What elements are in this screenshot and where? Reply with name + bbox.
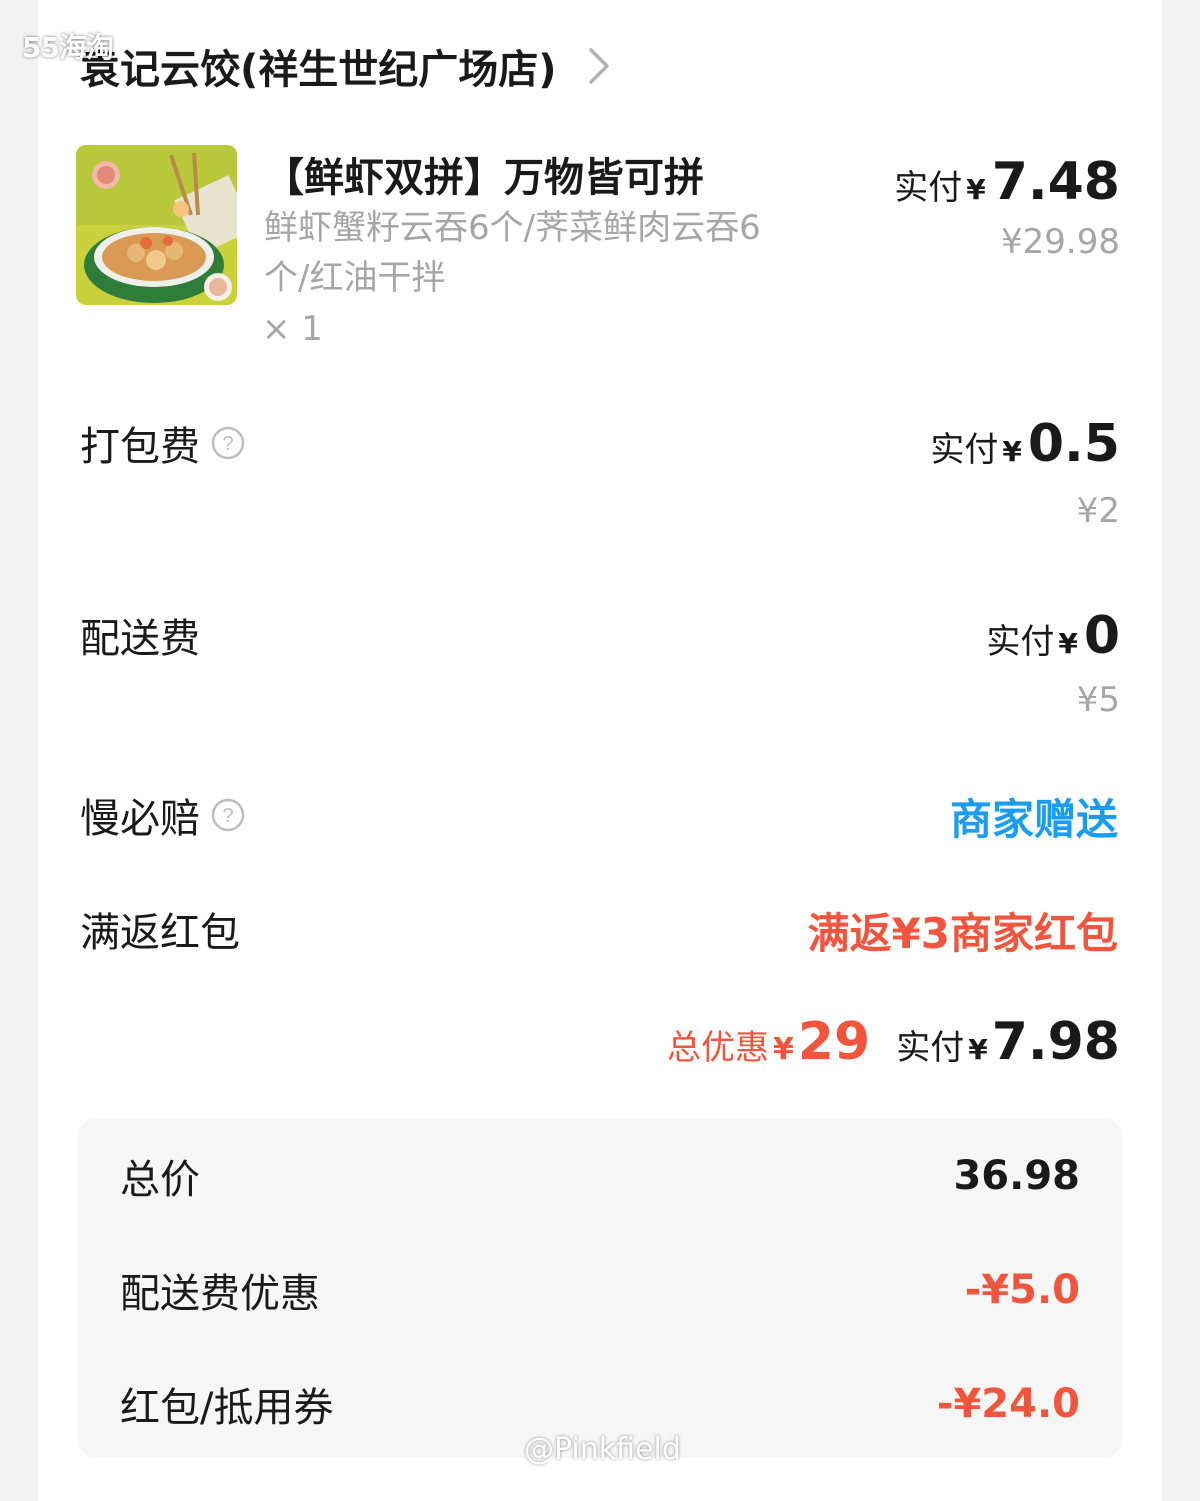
packing-fee-label: 打包费 ? bbox=[80, 414, 246, 472]
breakdown-label: 配送费优惠 bbox=[120, 1271, 320, 1317]
delivery-fee-text: 配送费 bbox=[80, 616, 200, 662]
paid-amount: 0 bbox=[1083, 606, 1120, 666]
item-title[interactable]: 【鲜虾双拼】万物皆可拼 bbox=[264, 145, 704, 203]
breakdown-row: 总价 36.98 bbox=[120, 1146, 1080, 1206]
late-guarantee-label: 慢必赔 ? bbox=[80, 786, 246, 844]
chevron-right-icon[interactable] bbox=[581, 46, 617, 86]
total-paid-label: 实付 bbox=[896, 1028, 965, 1068]
item-thumbnail[interactable] bbox=[76, 145, 237, 305]
paid-label: 实付 bbox=[894, 168, 963, 208]
help-circle-icon[interactable]: ? bbox=[210, 425, 246, 461]
svg-text:?: ? bbox=[222, 433, 233, 455]
packing-fee-paid: 实付 ¥ 0.5 bbox=[930, 414, 1120, 474]
total-discount-label: 总优惠 bbox=[666, 1028, 769, 1068]
rebate-text: 满返红包 bbox=[80, 910, 240, 956]
rebate-value: 满返¥3商家红包 bbox=[807, 909, 1118, 958]
delivery-fee-original: ¥5 bbox=[1076, 680, 1120, 720]
packing-fee-text: 打包费 bbox=[80, 424, 200, 470]
currency-symbol: ¥ bbox=[966, 173, 986, 206]
store-header[interactable]: 袁记云饺(祥生世纪广场店) bbox=[80, 36, 617, 96]
delivery-fee-paid: 实付 ¥ 0 bbox=[986, 606, 1120, 666]
item-quantity: × 1 bbox=[262, 309, 323, 349]
breakdown-value: 36.98 bbox=[953, 1153, 1080, 1199]
breakdown-row: 红包/抵用券 -¥24.0 bbox=[120, 1374, 1080, 1434]
item-paid-price: 实付 ¥ 7.48 bbox=[894, 152, 1120, 212]
order-summary-line: 总优惠 ¥ 29 实付 ¥ 7.98 bbox=[667, 1012, 1120, 1072]
paid-label: 实付 bbox=[986, 622, 1055, 662]
watermark-top: 55海淘 bbox=[22, 31, 114, 64]
watermark-bottom: @Pinkfield bbox=[524, 1432, 681, 1467]
paid-label: 实付 bbox=[930, 430, 999, 470]
currency-symbol: ¥ bbox=[968, 1033, 988, 1066]
paid-amount: 7.48 bbox=[991, 152, 1120, 212]
currency-symbol: ¥ bbox=[772, 1032, 794, 1067]
item-description: 鲜虾蟹籽云吞6个/荠菜鲜肉云吞6个/红油干拌 bbox=[264, 208, 761, 298]
breakdown-row: 配送费优惠 -¥5.0 bbox=[120, 1260, 1080, 1320]
currency-symbol: ¥ bbox=[1002, 435, 1022, 468]
item-original-price: ¥29.98 bbox=[1001, 222, 1120, 262]
late-guarantee-value: 商家赠送 bbox=[949, 795, 1118, 844]
delivery-fee-label: 配送费 bbox=[80, 606, 200, 664]
help-circle-icon[interactable]: ? bbox=[210, 797, 246, 833]
late-guarantee-text: 慢必赔 bbox=[80, 796, 200, 842]
breakdown-value: -¥24.0 bbox=[936, 1381, 1080, 1427]
packing-fee-original: ¥2 bbox=[1076, 491, 1120, 531]
currency-symbol: ¥ bbox=[1058, 627, 1078, 660]
breakdown-label: 总价 bbox=[120, 1157, 200, 1203]
svg-text:?: ? bbox=[222, 805, 233, 827]
store-name[interactable]: 袁记云饺(祥生世纪广场店) bbox=[80, 37, 557, 95]
total-discount-amount: 29 bbox=[797, 1012, 871, 1072]
price-breakdown-panel: 总价 36.98 配送费优惠 -¥5.0 红包/抵用券 -¥24.0 bbox=[78, 1118, 1122, 1458]
rebate-label: 满返红包 bbox=[80, 900, 240, 958]
total-paid-amount: 7.98 bbox=[991, 1012, 1120, 1072]
paid-amount: 0.5 bbox=[1027, 414, 1120, 474]
breakdown-value: -¥5.0 bbox=[964, 1267, 1080, 1313]
food-image-icon bbox=[76, 145, 237, 305]
breakdown-label: 红包/抵用券 bbox=[120, 1385, 334, 1431]
